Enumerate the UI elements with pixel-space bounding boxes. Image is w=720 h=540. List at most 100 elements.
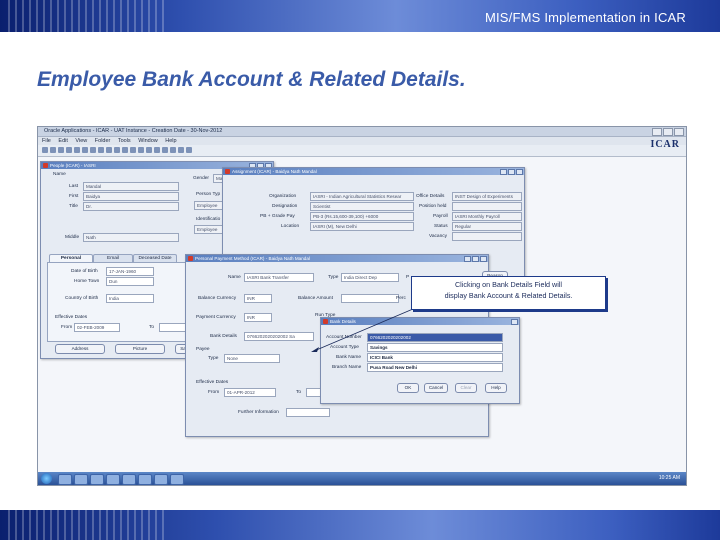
clear-icon[interactable] <box>146 147 152 153</box>
find-icon[interactable] <box>74 147 80 153</box>
bank-details-label: Bank Details <box>210 334 237 339</box>
bank-details-field[interactable]: 0766202020202002 Sa <box>244 332 314 341</box>
copy-icon[interactable] <box>130 147 136 153</box>
dob-label: Date of Birth <box>71 269 98 274</box>
taskbar-app-1[interactable] <box>58 474 72 485</box>
taskbar-app-7[interactable] <box>154 474 168 485</box>
menu-tools[interactable]: Tools <box>118 138 131 144</box>
address-button[interactable]: Address <box>55 344 105 354</box>
organization-label: Organization <box>269 194 297 199</box>
taskbar-app-8[interactable] <box>170 474 184 485</box>
save-icon[interactable] <box>42 147 48 153</box>
callout-note: Clicking on Bank Details Field will disp… <box>411 276 606 310</box>
payroll-field[interactable]: IASRI Monthly Payroll <box>452 212 522 221</box>
last-label: Last <box>69 184 79 189</box>
branch-name-field[interactable]: Pusa Road New Delhi <box>367 363 503 372</box>
vacancy-field[interactable] <box>452 232 522 241</box>
taskbar-app-3[interactable] <box>90 474 104 485</box>
payment-effective-dates-label: Effective Dates <box>196 380 229 385</box>
minimize-icon[interactable] <box>652 128 662 136</box>
position-field[interactable] <box>452 202 522 211</box>
callout-line-2: display Bank Account & Related Details. <box>444 291 573 300</box>
slide-title: Employee Bank Account & Related Details. <box>37 68 466 91</box>
payment-window-title: Personal Payment Method (ICAR) - Baidya … <box>186 255 488 262</box>
menu-folder[interactable]: Folder <box>95 138 111 144</box>
payment-type-field[interactable]: India Direct Dep <box>341 273 399 282</box>
help-icon[interactable] <box>186 147 192 153</box>
help-button[interactable]: Help <box>485 383 507 393</box>
taskbar-app-6[interactable] <box>138 474 152 485</box>
attachments-icon[interactable] <box>162 147 168 153</box>
from-label: From <box>61 325 73 330</box>
maximize-icon[interactable] <box>663 128 673 136</box>
location-field[interactable]: IASRI (M), New Delhi <box>310 222 414 231</box>
nav-icon[interactable] <box>58 147 64 153</box>
close-icon[interactable] <box>674 128 684 136</box>
payment-currency-field[interactable]: INR <box>244 313 272 322</box>
designation-label: Designation <box>272 204 298 209</box>
middle-label: Middle <box>65 235 80 240</box>
cancel-button[interactable]: Cancel <box>424 383 448 393</box>
ok-button[interactable]: OK <box>397 383 419 393</box>
branch-name-label: Branch Name <box>332 365 362 370</box>
cut-icon[interactable] <box>122 147 128 153</box>
new-icon[interactable] <box>106 147 112 153</box>
menu-file[interactable]: File <box>42 138 51 144</box>
workspace: People (ICAR) - IASRI Name Last Mandal F… <box>38 157 686 473</box>
folder-icon[interactable] <box>98 147 104 153</box>
organization-field[interactable]: IASRI - Indian Agricultural Statistics R… <box>310 192 414 201</box>
clear-button[interactable]: Clear <box>455 383 477 393</box>
dob-field[interactable]: 17-JAN-1960 <box>106 267 154 276</box>
menu-help[interactable]: Help <box>165 138 176 144</box>
last-name-field[interactable]: Mandal <box>83 182 179 191</box>
location-label: Location <box>281 224 300 229</box>
title-field[interactable]: Dr. <box>83 202 179 211</box>
menu-view[interactable]: View <box>75 138 87 144</box>
payee-type-field[interactable]: None <box>224 354 280 363</box>
edit-icon[interactable] <box>154 147 160 153</box>
from-date-field[interactable]: 02-FEB-2009 <box>74 323 120 332</box>
pb-grade-label: PB + Grade Pay <box>260 214 295 219</box>
paste-icon[interactable] <box>138 147 144 153</box>
country-label: Country of Birth <box>65 296 99 301</box>
further-info-label: Further Information <box>238 410 279 415</box>
app-title-bar: Oracle Applications - ICAR - UAT Instanc… <box>38 127 686 137</box>
balance-amount-field[interactable] <box>341 294 399 303</box>
payee-type-label: Type <box>208 356 219 361</box>
pb-grade-field[interactable]: PB-3 (Rs.15,600-39,100) +6000 <box>310 212 414 221</box>
payroll-label: Payroll <box>433 214 448 219</box>
designation-field[interactable]: Scientist <box>310 202 414 211</box>
menu-edit[interactable]: Edit <box>58 138 67 144</box>
office-details-label: Office Details <box>416 194 445 199</box>
payment-name-field[interactable]: IASRI Bank Transfer <box>244 273 314 282</box>
payment-from-field[interactable]: 01-APR-2012 <box>224 388 276 397</box>
taskbar-app-2[interactable] <box>74 474 88 485</box>
effective-dates-label: Effective Dates <box>55 315 88 320</box>
status-field[interactable]: Regular <box>452 222 522 231</box>
hometown-field[interactable]: Dun <box>106 277 154 286</box>
title-label: Title <box>69 204 78 209</box>
translate-icon[interactable] <box>82 147 88 153</box>
taskbar-app-4[interactable] <box>106 474 120 485</box>
folder-tools-icon[interactable] <box>170 147 176 153</box>
menu-window[interactable]: Window <box>138 138 158 144</box>
middle-name-field[interactable]: Nath <box>83 233 179 242</box>
first-name-field[interactable]: Baidya <box>83 192 179 201</box>
print-icon[interactable] <box>50 147 56 153</box>
window-icon[interactable] <box>178 147 184 153</box>
identification-label: Identificatio <box>196 217 221 222</box>
attach-icon[interactable] <box>90 147 96 153</box>
name-label: Name <box>53 172 66 177</box>
office-details-field[interactable]: INST Design of Experiments <box>452 192 522 201</box>
further-info-field[interactable] <box>286 408 330 417</box>
delete-icon[interactable] <box>114 147 120 153</box>
header-title: MIS/FMS Implementation in ICAR <box>484 10 686 25</box>
gender-label: Gender <box>193 176 209 181</box>
taskbar-app-5[interactable] <box>122 474 136 485</box>
perc-label: Perc <box>396 296 406 301</box>
start-button[interactable] <box>41 473 52 484</box>
balance-currency-field[interactable]: INR <box>244 294 272 303</box>
picture-button[interactable]: Picture <box>115 344 165 354</box>
zoom-icon[interactable] <box>66 147 72 153</box>
country-field[interactable]: India <box>106 294 154 303</box>
